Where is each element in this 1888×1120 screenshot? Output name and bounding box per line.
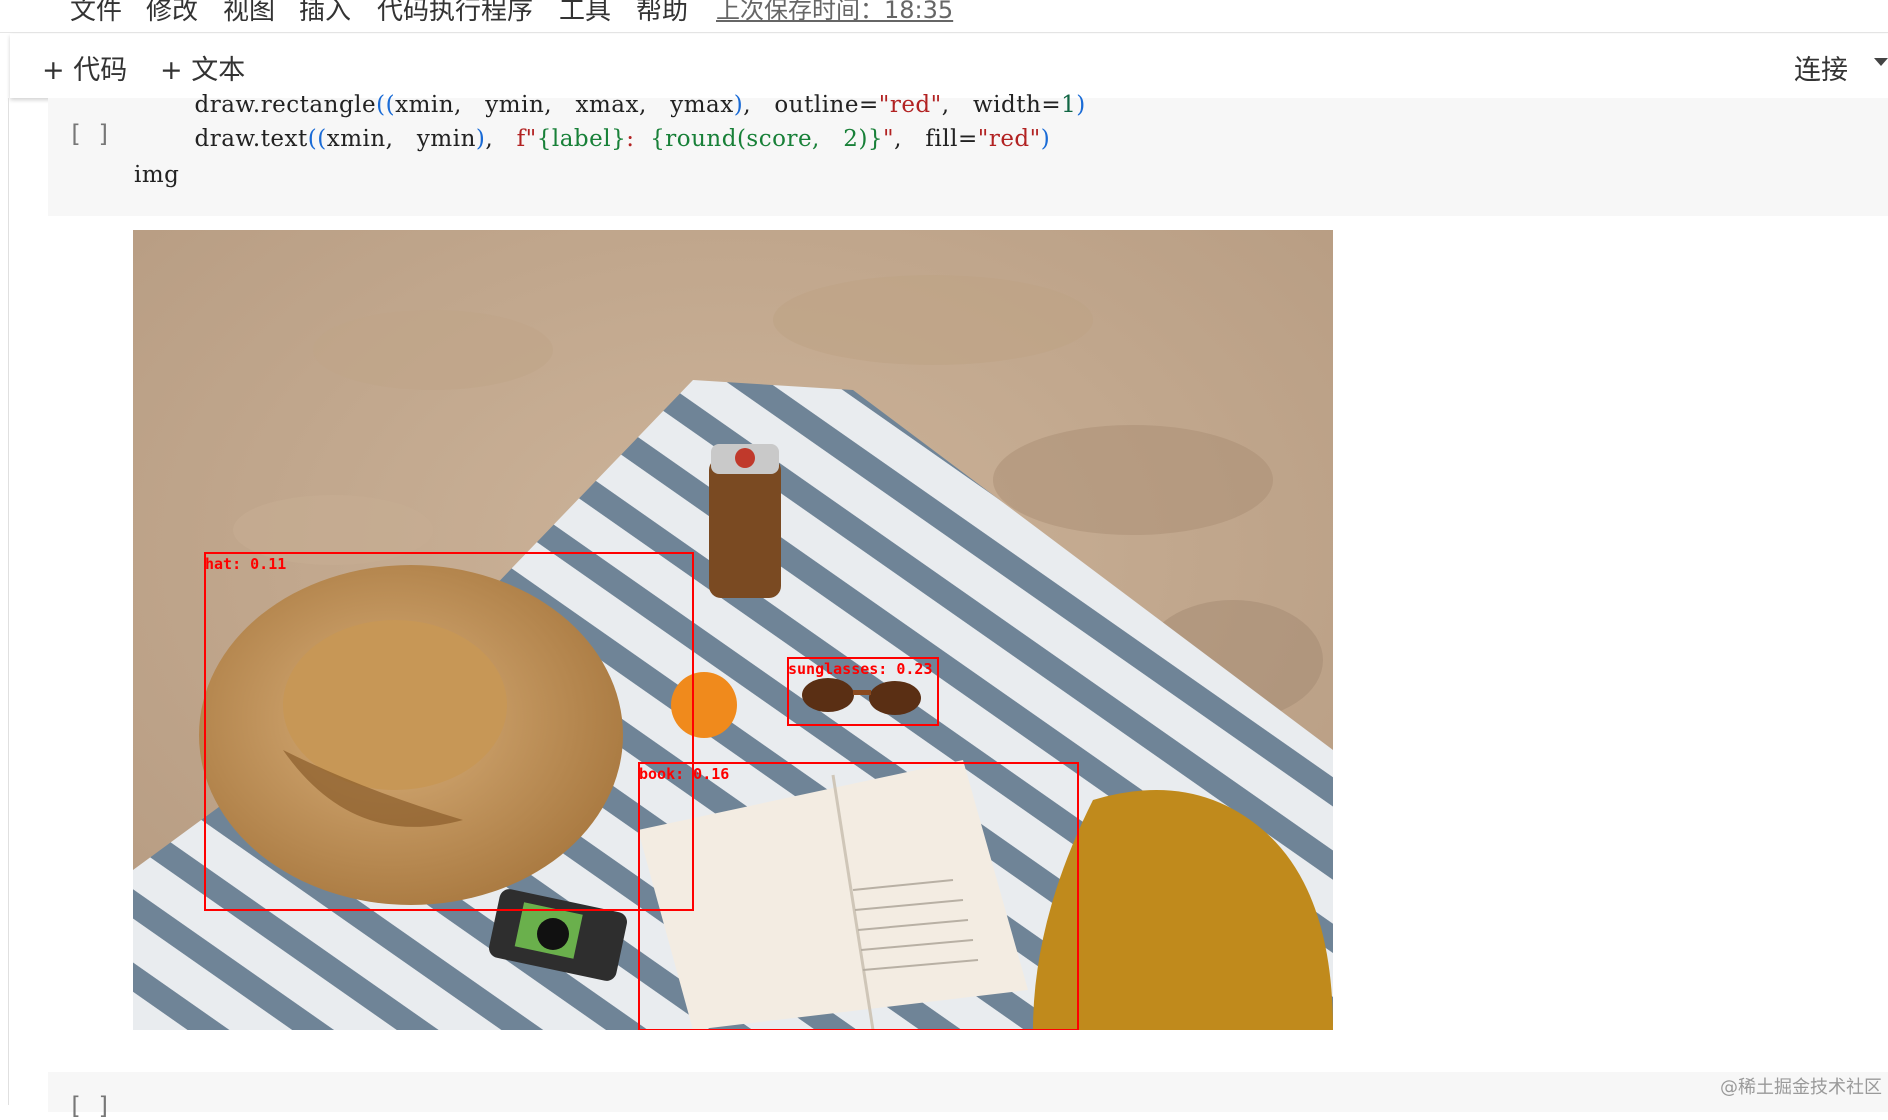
menu-view[interactable]: 视图 bbox=[223, 0, 275, 27]
add-code-button[interactable]: + 代码 bbox=[42, 48, 127, 87]
watermark: @稀土掘金技术社区 bbox=[1720, 1073, 1882, 1099]
menu-help[interactable]: 帮助 bbox=[636, 0, 688, 27]
beach-scene-image: hat: 0.11 sunglasses: 0.23 book: 0.16 bbox=[133, 230, 1333, 1030]
code-line-3: img bbox=[134, 162, 179, 188]
code-line-2: draw.text((xmin, ymin), f"{label}: {roun… bbox=[132, 126, 1050, 152]
last-saved-link[interactable]: 上次保存时间：18:35 bbox=[716, 0, 953, 25]
next-code-cell[interactable]: [ ] bbox=[48, 1072, 1888, 1112]
run-next-cell-button[interactable]: [ ] bbox=[68, 1092, 111, 1120]
code-cell[interactable]: [ ] draw.rectangle((xmin, ymin, xmax, ym… bbox=[48, 98, 1888, 216]
toolbar: + 代码 + 文本 连接 bbox=[10, 34, 1888, 98]
detection-label-hat: hat: 0.11 bbox=[205, 555, 286, 573]
menu-bar: 文件 修改 视图 插入 代码执行程序 工具 帮助 上次保存时间：18:35 bbox=[0, 0, 1888, 33]
detection-label-sunglasses: sunglasses: 0.23 bbox=[788, 660, 933, 678]
chevron-down-icon[interactable] bbox=[1874, 58, 1888, 66]
run-cell-button[interactable]: [ ] bbox=[68, 120, 111, 148]
output-image: hat: 0.11 sunglasses: 0.23 book: 0.16 bbox=[133, 230, 1333, 1030]
detection-label-book: book: 0.16 bbox=[639, 765, 729, 783]
menu-file[interactable]: 文件 bbox=[70, 0, 122, 27]
menu-insert[interactable]: 插入 bbox=[299, 0, 351, 27]
menu-edit[interactable]: 修改 bbox=[146, 0, 198, 27]
cell-gutter-line bbox=[8, 98, 9, 1105]
menu-tools[interactable]: 工具 bbox=[559, 0, 611, 27]
add-text-button[interactable]: + 文本 bbox=[160, 48, 245, 87]
menu-runtime[interactable]: 代码执行程序 bbox=[377, 0, 533, 27]
code-line-1: draw.rectangle((xmin, ymin, xmax, ymax),… bbox=[132, 92, 1086, 118]
connect-button[interactable]: 连接 bbox=[1794, 48, 1848, 87]
